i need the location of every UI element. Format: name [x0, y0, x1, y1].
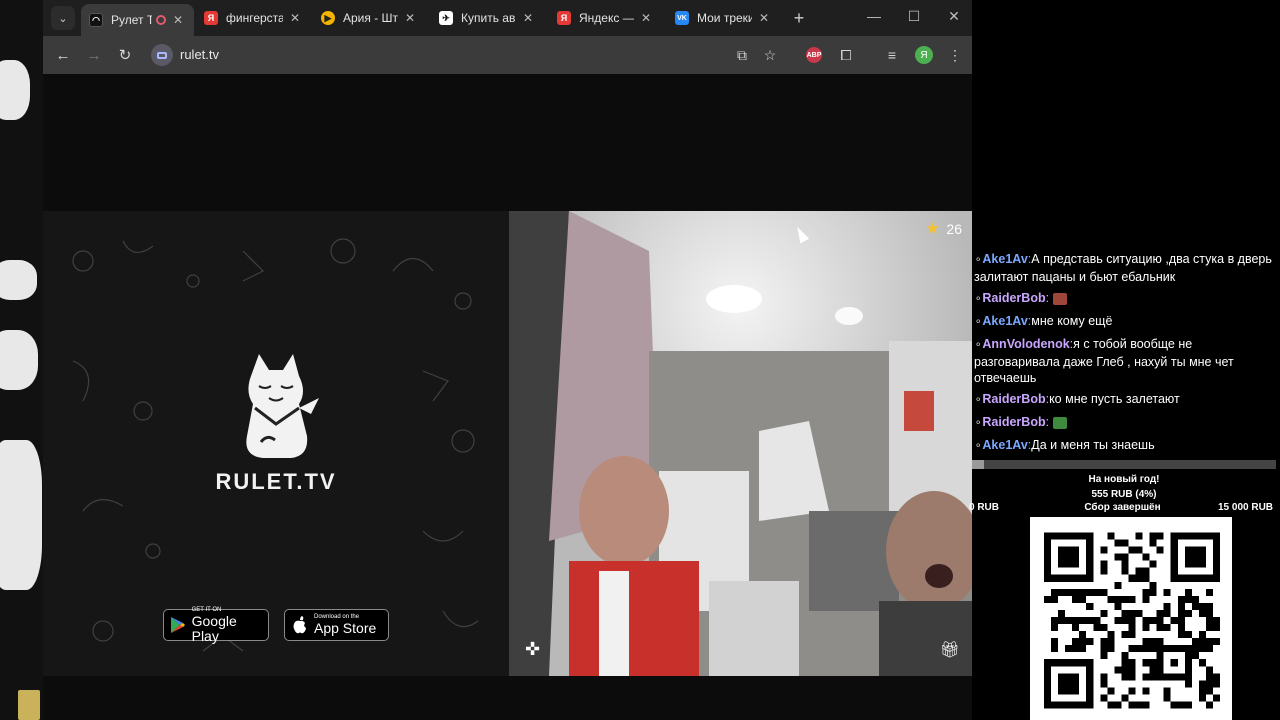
close-icon[interactable]: ✕	[520, 11, 536, 25]
chat-username: Ake1Av	[982, 314, 1028, 328]
goal-amount: 555 RUB (4%)	[1091, 489, 1157, 500]
yandex-favicon-icon: Я	[204, 11, 218, 25]
chat-username: RaiderBob	[982, 291, 1046, 305]
chat-text: мне кому ещё	[1031, 314, 1113, 328]
tab-aviasales[interactable]: ✈ Купить ави ✕	[431, 4, 544, 32]
address-bar[interactable]: rulet.tv	[147, 41, 797, 69]
app-store-button[interactable]: Download on the App Store	[284, 609, 389, 641]
url-text: rulet.tv	[180, 47, 220, 62]
stars-count: 26	[946, 221, 962, 237]
brand-name: RULET.TV	[215, 469, 337, 494]
close-icon[interactable]: ✕	[638, 11, 654, 25]
rating-badge: ★ 26	[925, 219, 962, 239]
tab-strip: ⌄ ◠ Рулет Т ✕ Я фингерстай ✕ ▶ Ария - Шт…	[43, 0, 972, 36]
goal-max: 15 000 RUB	[1218, 502, 1274, 513]
google-play-icon	[170, 616, 187, 634]
chat-message: ⚬RaiderBob:	[972, 289, 1280, 312]
goal-min: 0 RUB	[969, 502, 1000, 513]
back-button[interactable]: ←	[53, 45, 73, 65]
close-icon[interactable]: ✕	[402, 11, 418, 25]
media-controls-icon[interactable]: ≡	[882, 45, 902, 65]
donation-qr-code	[1030, 517, 1232, 720]
aviasales-favicon-icon: ✈	[439, 11, 453, 25]
apple-icon	[291, 616, 309, 634]
google-play-label: Google Play	[191, 612, 237, 644]
tab-title: Рулет Т	[111, 13, 152, 27]
chat-message: ⚬Ake1Av:Да и меня ты знаешь	[972, 436, 1280, 459]
close-icon[interactable]: ✕	[170, 13, 186, 27]
extensions-icon[interactable]: ⧠	[836, 45, 856, 65]
chat-username: AnnVolodenok	[982, 337, 1070, 351]
bookmark-star-icon[interactable]: ☆	[760, 45, 780, 65]
screen: ⌄ ◠ Рулет Т ✕ Я фингерстай ✕ ▶ Ария - Шт…	[0, 0, 1280, 720]
chat-message: ⚬AnnVolodenok:я с тобой вообще не разгов…	[972, 335, 1280, 390]
menu-kebab-icon[interactable]: ⋮	[945, 45, 965, 65]
chat-message: ⚬Ake1Av:А представь ситуацию ,два стука …	[972, 250, 1280, 289]
tab-rulet[interactable]: ◠ Рулет Т ✕	[81, 4, 194, 36]
profile-avatar[interactable]: Я	[915, 46, 933, 64]
tab-aria[interactable]: ▶ Ария - Шти ✕	[313, 4, 426, 32]
tab-title: Купить ави	[461, 11, 516, 25]
star-icon: ★	[925, 219, 941, 238]
gift-icon[interactable]: 🎁︎	[940, 640, 960, 660]
install-app-icon[interactable]: ⧉	[732, 45, 752, 65]
close-icon[interactable]: ✕	[287, 11, 303, 25]
browser-toolbar: ← → ↻ rulet.tv ⧉ ☆ ABP ⧠ ≡ Я ⋮	[43, 36, 972, 74]
chevron-down-icon: ⌄	[58, 12, 68, 25]
chat-message: ⚬Ake1Av:мне кому ещё	[972, 312, 1280, 335]
recording-icon	[156, 15, 166, 25]
goal-progress-bar	[972, 460, 1276, 469]
forward-button[interactable]: →	[84, 45, 104, 65]
close-window-button[interactable]: ✕	[944, 8, 964, 25]
site-info-icon[interactable]	[151, 44, 173, 66]
brand-panel: RULET.TV GET IT ON Google Play Download …	[43, 211, 509, 676]
reload-button[interactable]: ↻	[115, 45, 135, 65]
tab-title: Ария - Шти	[343, 11, 398, 25]
tab-title: фингерстай	[226, 11, 283, 25]
stream-chat: ⚬Ake1Av:А представь ситуацию ,два стука …	[972, 250, 1280, 460]
app-store-label: App Store	[314, 620, 377, 636]
chat-message: ⚬RaiderBob:	[972, 413, 1280, 436]
chat-separator: :	[1045, 415, 1050, 429]
tab-fingerstyle[interactable]: Я фингерстай ✕	[196, 4, 311, 32]
chat-username: Ake1Av	[982, 252, 1028, 266]
gamepad-icon[interactable]: ✜	[525, 639, 540, 660]
plus-icon: +	[793, 7, 805, 28]
tab-title: Мои треки	[697, 11, 752, 25]
chat-message: ⚬RaiderBob:ко мне пусть залетают	[972, 390, 1280, 413]
tab-vk-music[interactable]: VK Мои треки ✕	[667, 4, 780, 32]
arrow-left-icon: ←	[55, 46, 71, 64]
page-content: RULET.TV GET IT ON Google Play Download …	[43, 76, 972, 720]
browser-window: ⌄ ◠ Рулет Т ✕ Я фингерстай ✕ ▶ Ария - Шт…	[43, 0, 972, 720]
google-play-button[interactable]: GET IT ON Google Play	[163, 607, 269, 644]
chat-separator: :	[1045, 291, 1050, 305]
chat-username: RaiderBob	[982, 392, 1046, 406]
goal-title: На новый год!	[1088, 474, 1160, 485]
adblock-icon[interactable]: ABP	[806, 47, 822, 63]
new-tab-button[interactable]: +	[788, 7, 810, 29]
chat-username: RaiderBob	[982, 415, 1046, 429]
vk-favicon-icon: VK	[675, 11, 689, 25]
video-chat-stream[interactable]: ★ 26 ✜ 🎁︎	[509, 211, 972, 676]
tab-yandex[interactable]: Я Яндекс — б ✕	[549, 4, 662, 32]
close-icon[interactable]: ✕	[756, 11, 772, 25]
goal-progress-fill	[972, 460, 985, 469]
arrow-right-icon: →	[86, 46, 102, 64]
reload-icon: ↻	[118, 47, 132, 64]
rulet-favicon-icon: ◠	[89, 13, 103, 27]
chat-text: ко мне пусть залетают	[1049, 392, 1180, 406]
tab-title: Яндекс — б	[579, 11, 634, 25]
play-icon: ▶	[321, 11, 335, 25]
chat-text: Да и меня ты знаешь	[1031, 438, 1155, 452]
maximize-button[interactable]: ☐	[904, 8, 924, 25]
stream-background-left	[0, 0, 43, 720]
minimize-button[interactable]: —	[864, 8, 884, 24]
yandex-favicon-icon: Я	[557, 11, 571, 25]
goal-status: Сбор завершён	[1084, 502, 1161, 513]
webcam-image	[509, 211, 972, 676]
emote-box-icon	[1053, 292, 1068, 305]
emote-frog-icon	[1053, 416, 1068, 429]
tab-search-button[interactable]: ⌄	[51, 6, 75, 30]
chat-username: Ake1Av	[982, 438, 1028, 452]
